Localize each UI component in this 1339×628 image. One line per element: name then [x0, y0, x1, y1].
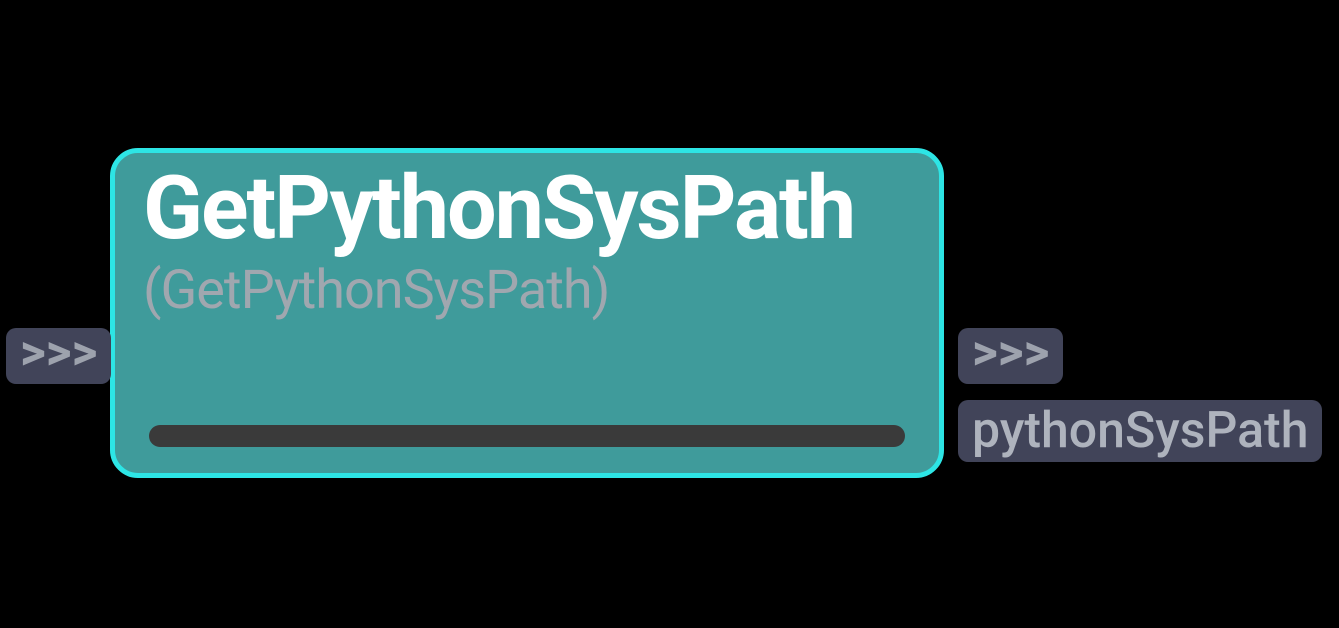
node-progress-bar [149, 425, 905, 447]
flow-port-glyph: >>> [972, 324, 1049, 382]
output-flow-port[interactable]: >>> [958, 328, 1063, 384]
node-title: GetPythonSysPath [143, 165, 911, 253]
node-subtitle: (GetPythonSysPath) [143, 259, 911, 322]
output-port-label: pythonSysPath [972, 402, 1308, 460]
output-data-port-pythonsyspath[interactable]: pythonSysPath [958, 400, 1322, 462]
node-get-python-sys-path[interactable]: GetPythonSysPath (GetPythonSysPath) [110, 148, 944, 478]
flow-port-glyph: >>> [20, 324, 97, 382]
input-flow-port[interactable]: >>> [6, 328, 111, 384]
